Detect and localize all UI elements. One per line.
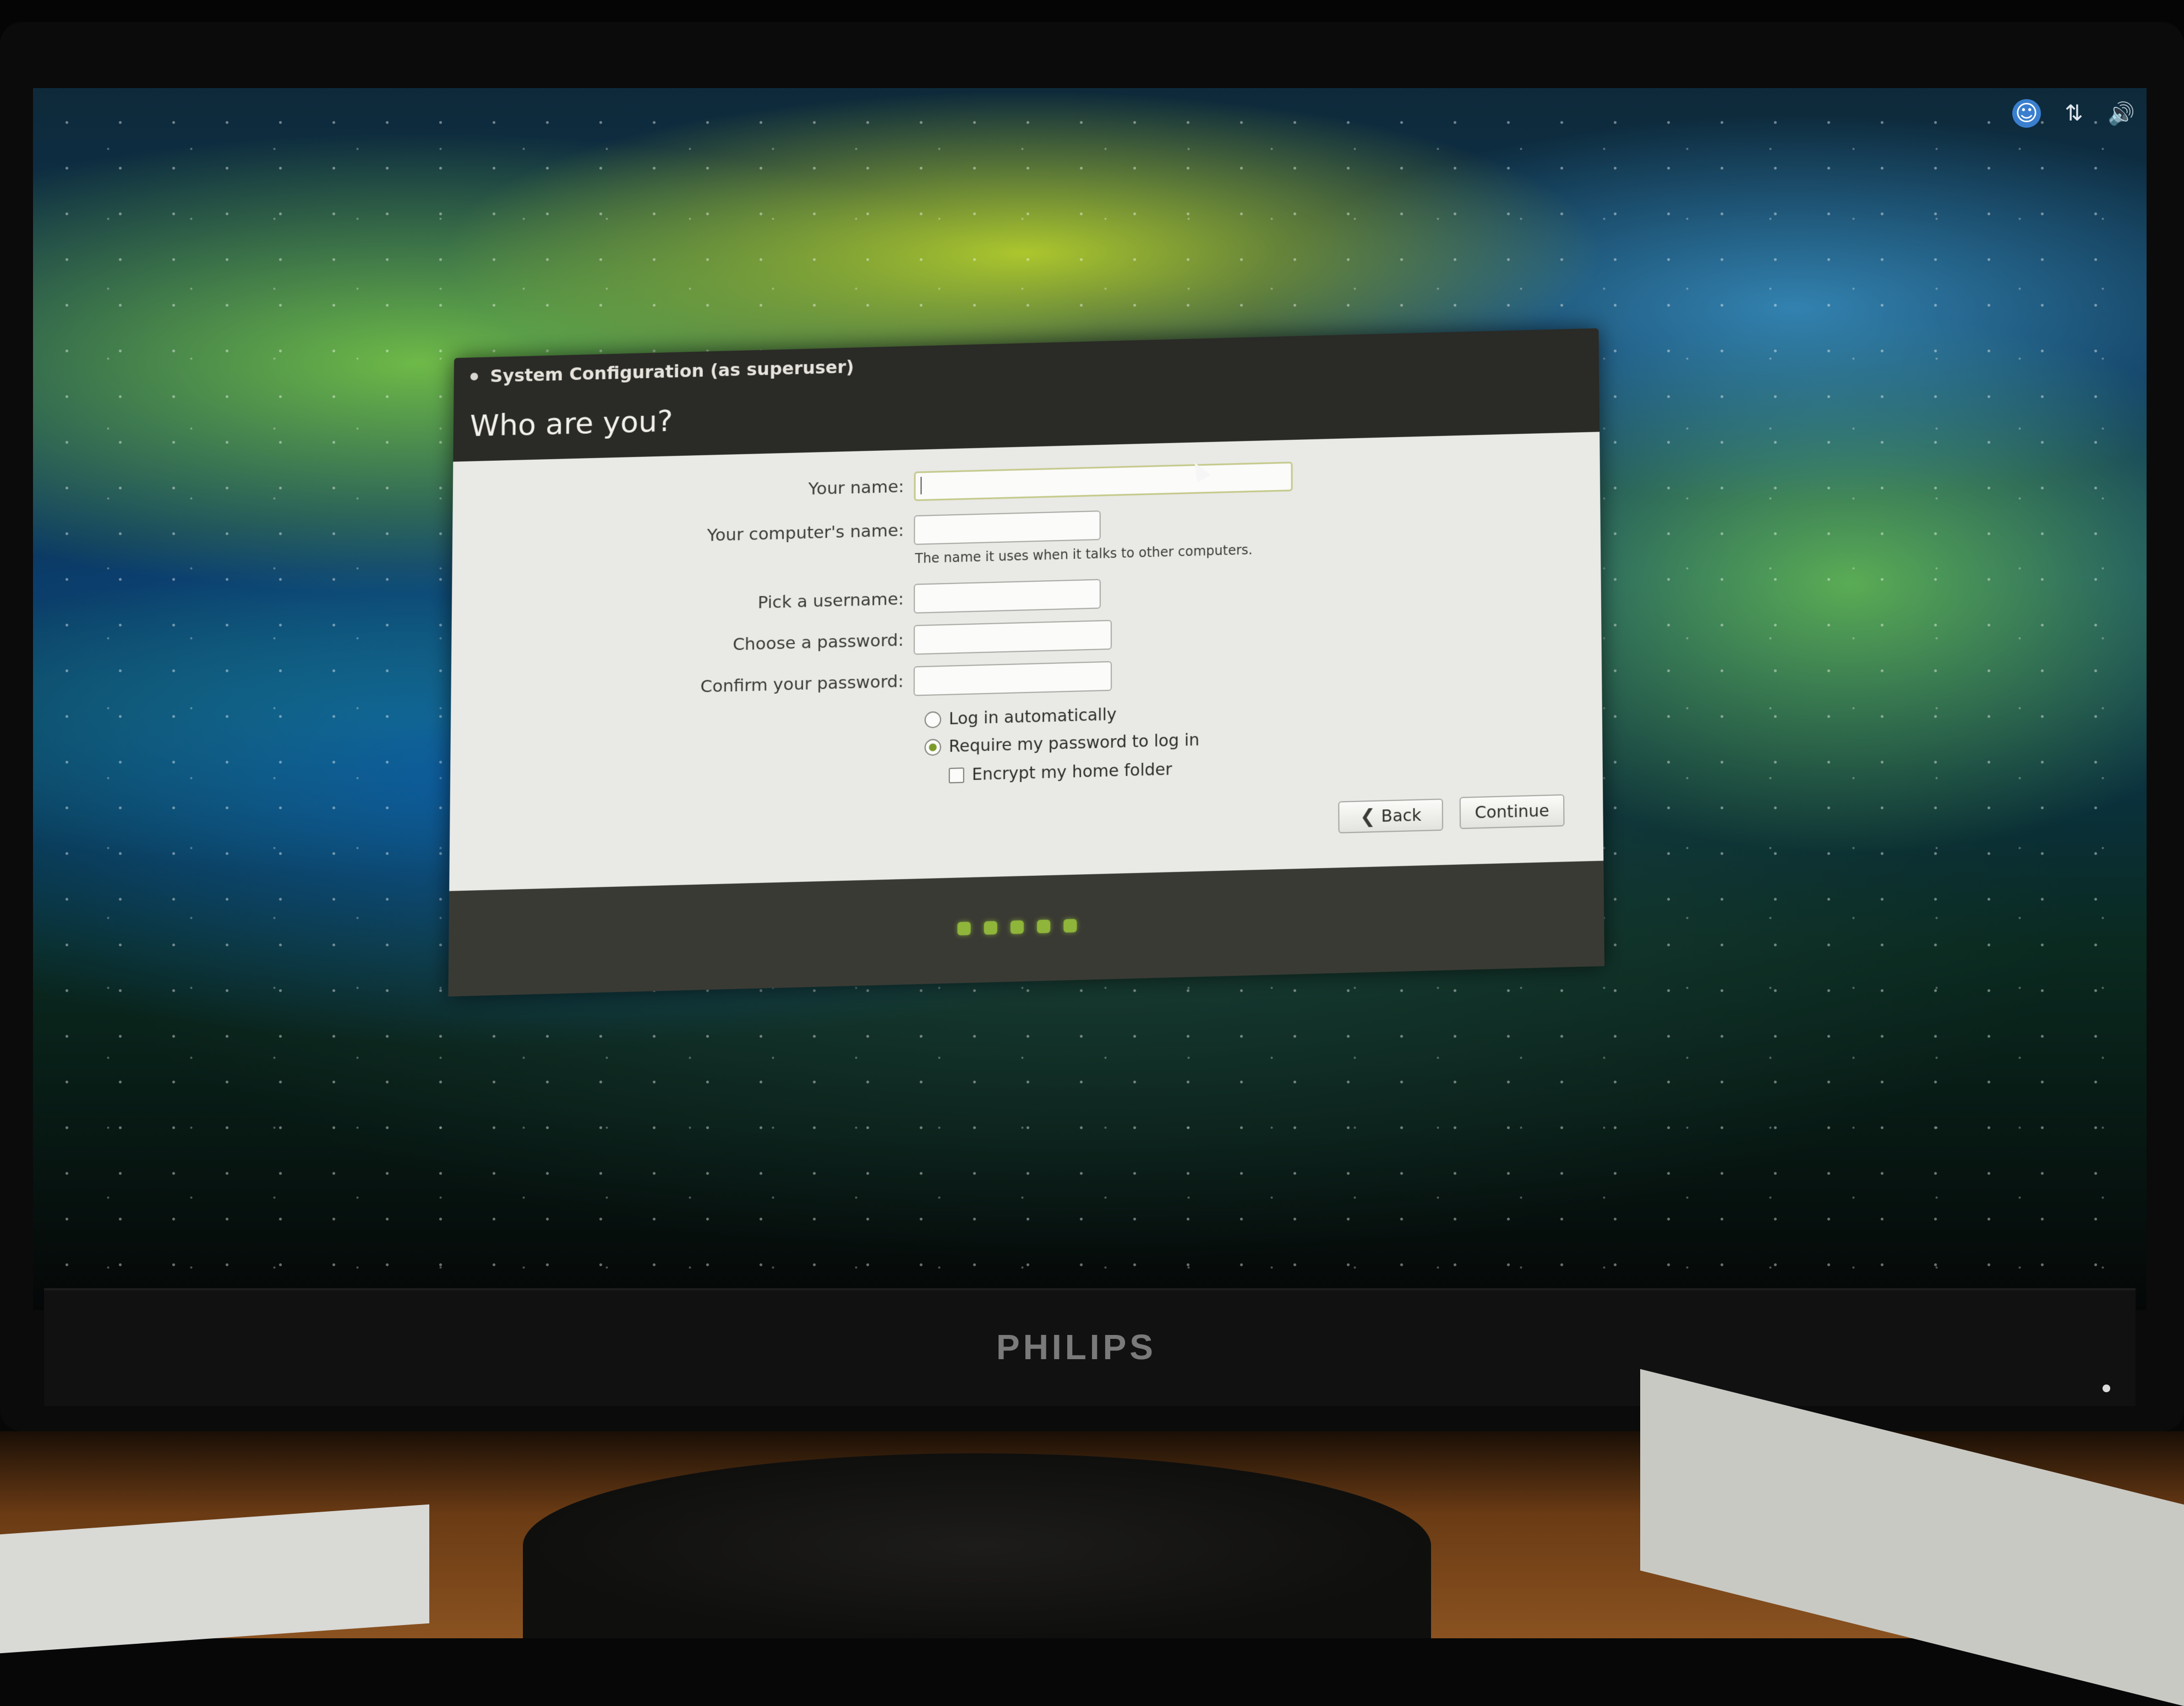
continue-button-label: Continue bbox=[1475, 801, 1549, 822]
computer-name-hint: The name it uses when it talks to other … bbox=[915, 542, 1253, 566]
username-input[interactable] bbox=[914, 579, 1101, 614]
password-label: Choose a password: bbox=[733, 630, 904, 655]
network-icon[interactable]: ⇅ bbox=[2060, 99, 2088, 128]
require-password-label: Require my password to log in bbox=[948, 730, 1200, 756]
username-label: Pick a username: bbox=[757, 589, 904, 613]
step-progress-indicator bbox=[957, 919, 1077, 936]
encrypt-home-option[interactable]: Encrypt my home folder bbox=[948, 760, 1172, 785]
confirm-password-label: Confirm your password: bbox=[700, 671, 904, 697]
window-title: System Configuration (as superuser) bbox=[490, 356, 854, 387]
progress-step-dot bbox=[957, 922, 971, 936]
encrypt-home-label: Encrypt my home folder bbox=[971, 760, 1172, 784]
require-password-radio[interactable] bbox=[924, 738, 941, 756]
your-name-label: Your name: bbox=[808, 477, 904, 499]
auto-login-option[interactable]: Log in automatically bbox=[924, 705, 1117, 729]
volume-icon[interactable]: 🔊 bbox=[2107, 99, 2136, 128]
auto-login-label: Log in automatically bbox=[948, 705, 1117, 729]
power-led-icon bbox=[2103, 1385, 2110, 1392]
continue-button[interactable]: Continue bbox=[1459, 794, 1565, 830]
computer-name-label: Your computer's name: bbox=[707, 520, 904, 546]
back-button[interactable]: ❮ Back bbox=[1338, 798, 1444, 833]
password-input[interactable] bbox=[914, 620, 1112, 655]
username-row: Pick a username: bbox=[452, 579, 1101, 626]
progress-step-dot bbox=[1037, 919, 1051, 934]
auto-login-radio[interactable] bbox=[924, 711, 941, 728]
window-menu-icon[interactable] bbox=[470, 372, 478, 381]
system-configuration-dialog: System Configuration (as superuser) Who … bbox=[448, 328, 1605, 997]
system-tray: ☺ ⇅ 🔊 bbox=[2012, 99, 2136, 128]
progress-step-dot bbox=[984, 921, 997, 935]
require-password-option[interactable]: Require my password to log in bbox=[924, 730, 1200, 757]
radio-selected-dot bbox=[929, 743, 937, 751]
monitor-brand-logo: PHILIPS bbox=[996, 1327, 1156, 1367]
back-button-label: Back bbox=[1381, 805, 1422, 826]
your-name-input[interactable] bbox=[914, 461, 1293, 502]
confirm-password-row: Confirm your password: bbox=[451, 661, 1112, 708]
computer-name-input[interactable] bbox=[914, 510, 1101, 545]
progress-step-dot bbox=[1010, 920, 1024, 934]
encrypt-home-checkbox[interactable] bbox=[948, 767, 964, 783]
progress-step-dot bbox=[1063, 919, 1077, 933]
user-form-panel: Your name: Your computer's name: The nam… bbox=[449, 432, 1604, 891]
your-name-row: Your name: bbox=[452, 461, 1293, 513]
monitor-stand bbox=[523, 1453, 1431, 1638]
confirm-password-input[interactable] bbox=[913, 661, 1112, 696]
text-caret bbox=[920, 477, 922, 495]
chevron-left-icon: ❮ bbox=[1359, 805, 1376, 828]
password-row: Choose a password: bbox=[451, 620, 1112, 667]
accessibility-icon[interactable]: ☺ bbox=[2012, 99, 2041, 128]
